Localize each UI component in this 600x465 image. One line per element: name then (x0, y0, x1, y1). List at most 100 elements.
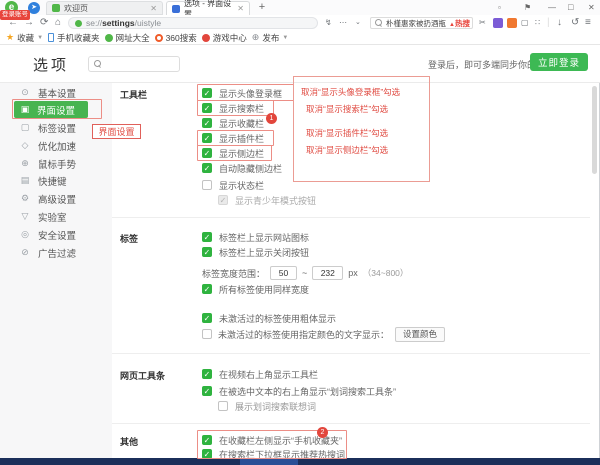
checkbox-row[interactable]: 显示青少年模式按钮 (218, 193, 316, 207)
checkbox-row[interactable]: 显示插件栏 (202, 131, 264, 145)
hot-search-query[interactable]: 朴槿惠家被扔酒瓶 (386, 18, 446, 29)
checkbox-row[interactable]: 显示状态栏 (202, 178, 264, 192)
tab-width-min-input[interactable] (270, 266, 297, 280)
taskbar-active-item[interactable] (240, 458, 298, 465)
checkbox-row[interactable]: 显示侧边栏 (202, 146, 264, 160)
checkbox[interactable] (218, 401, 228, 411)
minimize-button[interactable]: — (548, 3, 556, 12)
bookmark-game-center[interactable]: 游戏中心 (202, 32, 247, 44)
sidebar-item-interface[interactable]: ▣ 界面设置 (14, 101, 88, 118)
home-icon[interactable]: ⌂ (55, 18, 61, 28)
bookmark-publish[interactable]: ⊕ 发布 ▼ (252, 32, 289, 44)
checkbox-row[interactable]: 标签栏上显示关闭按钮 (202, 245, 309, 259)
sidebar-item-adblock[interactable]: ⊘ 广告过滤 (0, 244, 112, 261)
sidebar-item-security[interactable]: ◎ 安全设置 (0, 226, 112, 243)
checkbox[interactable] (202, 232, 212, 242)
sidebar-item-mouse-gestures[interactable]: ⊕ 鼠标手势 (0, 155, 112, 172)
checkbox-row[interactable]: 未激活过的标签使用粗体显示 (202, 311, 336, 325)
checkbox-row[interactable]: 未激活过的标签使用指定颜色的文字显示： 设置颜色 (202, 327, 445, 341)
separator: | (547, 18, 550, 28)
tab-close-icon[interactable]: ✕ (237, 4, 244, 13)
maximize-button[interactable]: □ (568, 3, 573, 12)
checkbox[interactable] (202, 163, 212, 173)
checkbox[interactable] (202, 133, 212, 143)
menu-icon[interactable]: ≡ (585, 18, 591, 28)
phone-icon (48, 33, 54, 42)
section-title-other: 其他 (120, 435, 138, 448)
undo-icon[interactable]: ↺ (571, 18, 579, 28)
keyboard-icon: ▤ (20, 175, 30, 186)
extension-purple-icon[interactable] (493, 18, 503, 28)
checkbox[interactable] (202, 180, 212, 190)
checkbox-row[interactable]: 标签栏上显示网站图标 (202, 230, 309, 244)
sidebar-item-shortcuts[interactable]: ▤ 快捷键 (0, 172, 112, 189)
tab-close-icon[interactable]: ✕ (150, 4, 157, 13)
reload-icon[interactable]: ⟳ (40, 18, 48, 28)
shield-check-icon: ◎ (20, 229, 30, 240)
settings-search-input[interactable] (88, 56, 180, 72)
checkbox-row[interactable]: 自动隐藏侧边栏 (202, 161, 282, 175)
screenshot-icon[interactable]: ▢ (521, 18, 529, 28)
checkbox-row[interactable]: 显示头像登录框 (202, 86, 282, 100)
sidebar-item-lab[interactable]: ▽ 实验室 (0, 208, 112, 225)
checkbox-row[interactable]: 显示搜索栏 (202, 101, 264, 115)
flag-icon[interactable]: ⚑ (524, 3, 531, 12)
checkbox[interactable] (202, 247, 212, 257)
new-tab-button[interactable]: + (256, 2, 268, 14)
star-icon: ★ (6, 32, 14, 43)
mouse-icon: ⊕ (20, 158, 30, 169)
checkbox[interactable] (202, 103, 212, 113)
close-button[interactable]: ✕ (588, 3, 595, 12)
bookmark-phone-favorites[interactable]: 手机收藏夹 (48, 32, 100, 44)
sidebar-item-speedup[interactable]: ◇ 优化加速 (0, 137, 112, 154)
checkbox[interactable] (202, 313, 212, 323)
tab-width-max-input[interactable] (312, 266, 343, 280)
caret-down-icon: ▼ (37, 35, 43, 41)
hot-search-box[interactable]: 朴槿惠家被扔酒瓶 ▲热搜 (370, 17, 473, 29)
scissors-icon[interactable]: ✂ (479, 18, 486, 28)
search-icon (94, 60, 102, 68)
page-title: 选项 (33, 54, 69, 75)
checkbox[interactable] (202, 284, 212, 294)
login-now-button[interactable]: 立即登录 (530, 53, 588, 71)
bookmark-360-search[interactable]: 360搜索 (155, 32, 197, 44)
chevron-down-icon[interactable]: ⌄ (355, 18, 361, 28)
checkbox[interactable] (202, 369, 212, 379)
download-icon[interactable]: ↓ (557, 18, 562, 28)
checkbox[interactable] (202, 148, 212, 158)
address-bar[interactable]: se://settings/uistyle (68, 17, 318, 29)
apps-grid-icon[interactable]: ∷ (535, 18, 540, 28)
sidebar-item-basic[interactable]: ⊙ 基本设置 (0, 84, 112, 101)
windows-taskbar[interactable] (0, 458, 600, 465)
annotation-text: 取消“显示头像登录框”勾选 (301, 86, 400, 98)
divider (112, 353, 590, 354)
checkbox-row[interactable]: 所有标签使用同样宽度 (202, 282, 309, 296)
more-icon[interactable]: ⋯ (339, 18, 347, 28)
section-title-webbar: 网页工具条 (120, 369, 165, 382)
bookmark-site-directory[interactable]: 网址大全 (105, 32, 150, 44)
sidebar-item-advanced[interactable]: ⚙ 高级设置 (0, 190, 112, 207)
hot-search-tag: ▲热搜 (449, 18, 470, 29)
tab-settings[interactable]: 选项 - 界面设置 ✕ (166, 1, 250, 15)
checkbox-row[interactable]: 显示收藏栏 (202, 116, 264, 130)
bookmarks-bar: ★ 收藏 ▼ 手机收藏夹 网址大全 360搜索 游戏中心 ⊕ 发布 ▼ (0, 31, 600, 45)
checkbox (218, 195, 228, 205)
flask-icon: ▽ (20, 211, 30, 222)
extension-orange-icon[interactable] (507, 18, 517, 28)
checkbox-row[interactable]: 在视频右上角显示工具栏 (202, 367, 318, 381)
bookmark-favorites[interactable]: ★ 收藏 ▼ (6, 32, 43, 44)
checkbox[interactable] (202, 386, 212, 396)
login-badge[interactable]: 登录账号 (0, 10, 30, 20)
checkbox[interactable] (202, 88, 212, 98)
checkbox[interactable] (202, 435, 212, 445)
checkbox[interactable] (202, 118, 212, 128)
checkbox-row[interactable]: 在被选中文本的右上角显示“划词搜索工具条” (202, 384, 396, 398)
lightning-icon[interactable]: ↯ (325, 18, 332, 28)
tab-welcome[interactable]: 欢迎页 ✕ (46, 1, 163, 15)
checkbox[interactable] (202, 329, 212, 339)
tab-favicon-blue (172, 5, 180, 13)
scrollbar-thumb[interactable] (592, 86, 597, 174)
checkbox-row[interactable]: 展示划词搜索联想词 (218, 399, 316, 413)
workspace-icon[interactable]: ▫ (498, 3, 501, 12)
set-color-button[interactable]: 设置颜色 (395, 327, 445, 342)
